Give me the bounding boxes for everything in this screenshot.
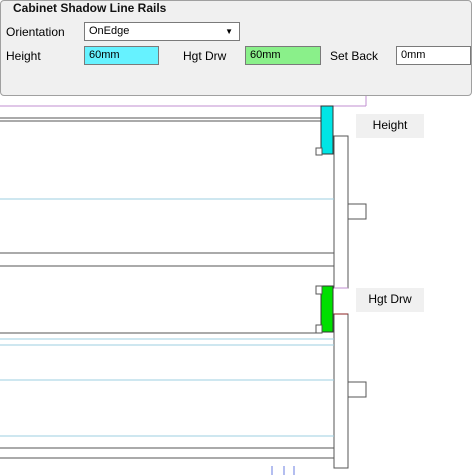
set-back-field[interactable]: 0mm [396, 46, 471, 65]
bottom-shadow-rail [320, 285, 334, 333]
cabinet-diagram[interactable]: Height Hgt Drw [0, 96, 474, 475]
orientation-value: OnEdge [89, 25, 130, 37]
orientation-label: Orientation [6, 25, 65, 39]
bottom-rail-foot-top [315, 285, 323, 295]
orientation-select[interactable]: OnEdge ▼ [84, 22, 240, 41]
set-back-label: Set Back [330, 49, 379, 63]
top-shadow-rail [320, 105, 334, 155]
chevron-down-icon[interactable]: ▼ [225, 23, 233, 40]
hinge-block-lower [347, 381, 367, 398]
hgt-drw-label: Hgt Drw [183, 49, 227, 63]
height-label: Height [6, 49, 41, 63]
diagram-svg [0, 96, 367, 475]
height-field[interactable]: 60mm [84, 46, 159, 65]
top-rail-foot [315, 147, 323, 156]
height-callout: Height [356, 114, 424, 138]
hinge-block-upper [347, 203, 367, 220]
bottom-rail-foot-bottom [315, 324, 323, 334]
side-panel-upper [333, 135, 349, 289]
side-panel-lower [333, 313, 349, 469]
shadow-line-rails-panel: Cabinet Shadow Line Rails Orientation On… [0, 0, 472, 96]
hgt-drw-field[interactable]: 60mm [245, 46, 321, 65]
panel-title: Cabinet Shadow Line Rails [11, 1, 169, 15]
hgt-drw-callout: Hgt Drw [356, 288, 424, 312]
